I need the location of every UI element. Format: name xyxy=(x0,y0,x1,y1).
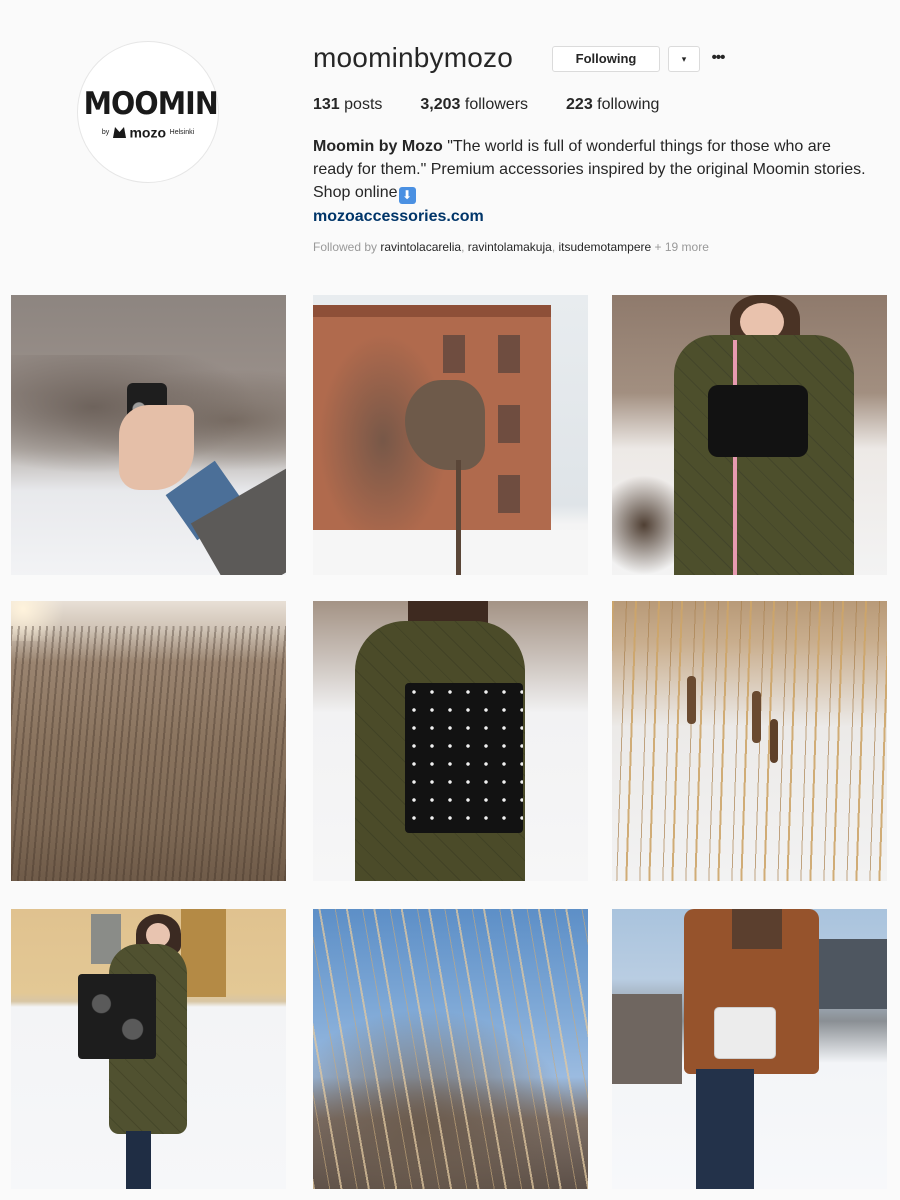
mozo-mark-icon xyxy=(112,127,126,139)
bio-website-link[interactable]: mozoaccessories.com xyxy=(313,205,873,228)
post-woman-green-coat-pouch[interactable] xyxy=(612,295,887,575)
stat-followers[interactable]: 3,203 followers xyxy=(420,96,528,114)
more-options-icon[interactable]: ••• xyxy=(709,46,727,72)
avatar-logo-word: MOOMIN xyxy=(83,86,219,122)
followed-by-user[interactable]: itsudemotampere xyxy=(558,240,651,254)
post-horse-sculpture-building[interactable] xyxy=(313,295,588,575)
followed-by-user[interactable]: ravintolamakuja xyxy=(468,240,552,254)
profile-avatar[interactable]: MOOMIN by mozo Helsinki xyxy=(77,41,219,183)
following-button[interactable]: Following xyxy=(552,46,660,72)
followed-by: Followed by ravintolacarelia, ravintolam… xyxy=(313,240,709,254)
profile-stats: 131 posts 3,203 followers 223 following xyxy=(313,96,697,114)
profile-username: moominbymozo xyxy=(313,42,514,73)
avatar-logo-brand: mozo xyxy=(129,124,167,141)
post-tote-bag-green-coat[interactable] xyxy=(313,601,588,881)
post-cattails-snow[interactable] xyxy=(612,601,887,881)
stat-posts: 131 posts xyxy=(313,96,383,113)
avatar-logo-city: Helsinki xyxy=(169,129,195,137)
followed-by-user[interactable]: ravintolacarelia xyxy=(380,240,461,254)
stat-following[interactable]: 223 following xyxy=(566,96,659,114)
down-arrow-emoji-icon: ⬇ xyxy=(398,187,416,204)
post-phone-case-hand[interactable] xyxy=(11,295,286,575)
post-woman-tote-snow-street[interactable] xyxy=(11,909,286,1189)
post-reeds-field-sunset[interactable] xyxy=(11,601,286,881)
post-dry-grass-blue-sky[interactable] xyxy=(313,909,588,1189)
bio-full-name: Moomin by Mozo xyxy=(313,138,443,155)
post-brown-coat-shoulder-bag[interactable] xyxy=(612,909,887,1189)
suggestions-dropdown-button[interactable]: ▾ xyxy=(668,46,700,72)
followed-by-more[interactable]: + 19 more xyxy=(651,240,709,254)
chevron-down-icon: ▾ xyxy=(681,54,687,64)
avatar-logo-by: by xyxy=(101,129,110,137)
avatar-logo-subline: by mozo Helsinki xyxy=(78,124,218,141)
profile-bio: Moomin by Mozo "The world is full of won… xyxy=(313,135,873,228)
